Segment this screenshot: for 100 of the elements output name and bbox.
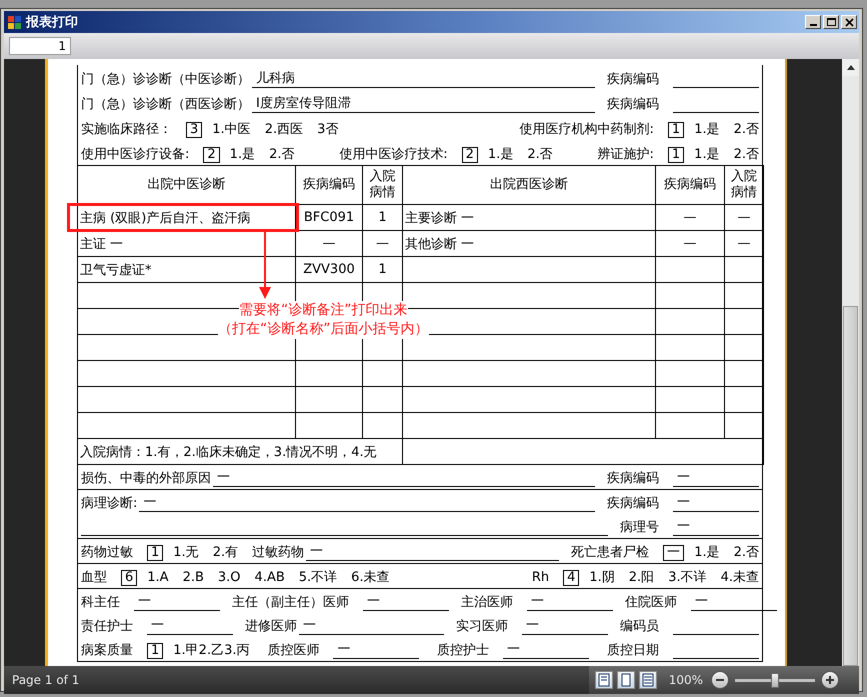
lines-icon (640, 673, 655, 687)
code-box: 2 (462, 147, 478, 163)
minimize-icon (810, 24, 816, 26)
field-label: 病理诊断: (81, 496, 138, 512)
annotation-text: 需要将“诊断备注”打印出来 (239, 301, 408, 320)
code-box: 一 (663, 545, 684, 561)
field-label: 6.未查 (351, 570, 390, 586)
field-label: 主任（副主任）医师 (232, 595, 349, 611)
field-label: 1.是 (488, 147, 514, 163)
close-button[interactable] (841, 15, 857, 29)
single-page-view-button[interactable] (594, 671, 613, 689)
column-header: 疾病编码 (296, 166, 362, 204)
field-label: 过敏药物 (252, 545, 304, 561)
page-number-field[interactable]: 1 (9, 37, 71, 55)
field-label: 2.否 (527, 147, 553, 163)
field-label: 责任护士 (81, 619, 133, 635)
field-label: 3否 (317, 122, 338, 138)
annotation-text: （打在“诊断名称”后面小括号内） (218, 320, 429, 339)
table-cell: 入院病情：1.有，2.临床未确定，3.情况不明，4.无 (78, 438, 402, 464)
zoom-level: 100% (668, 673, 703, 687)
field-label: 1.是 (230, 147, 256, 163)
field-label: 4.未查 (720, 570, 759, 586)
table-cell: — (362, 230, 402, 256)
field-label: 质控医师 (267, 643, 320, 659)
fill-in-line: 一 (139, 495, 595, 512)
field-label: 辨证施护: (598, 147, 654, 163)
fill-in-line: Ⅰ度房室传导阻滞 (252, 96, 595, 113)
table-cell: ZVV300 (296, 256, 362, 282)
minimize-button[interactable] (805, 15, 821, 29)
fill-in-line: 儿科病 (252, 71, 595, 88)
field-label: 药物过敏 (81, 545, 133, 561)
code-box: 1 (147, 643, 164, 659)
field-label: 1.阴 (589, 570, 615, 586)
code-box: 6 (121, 570, 138, 586)
field-label: 2.阳 (628, 570, 654, 586)
page-count: Page 1 of 1 (11, 673, 80, 687)
fill-in-line: 一 (522, 618, 608, 635)
fill-in-line: 一 (333, 642, 420, 659)
field-label: 质控护士 (437, 643, 490, 659)
single-page-icon (596, 673, 611, 687)
field-label: 实施临床路径： (81, 122, 172, 138)
fill-in-line: 一 (213, 470, 595, 487)
app-icon (7, 14, 22, 30)
code-box: 4 (563, 570, 580, 586)
field-label: 1.中医 (212, 122, 251, 138)
table-cell: — (296, 230, 362, 256)
table-cell: 主病 (双眼)产后自汗、盗汗病 (78, 204, 296, 230)
field-label: 损伤、中毒的外部原因 (81, 471, 211, 487)
zoom-out-button[interactable] (711, 671, 729, 689)
lines-view-button[interactable] (638, 671, 657, 689)
field-label: 3.O (218, 570, 241, 586)
arrow (259, 231, 271, 299)
table-cell: 主要诊断 一 (402, 204, 656, 230)
field-label: 1.是 (694, 147, 720, 163)
zoom-in-button[interactable] (821, 671, 839, 689)
fill-in-line: 一 (673, 470, 759, 487)
page-icon (618, 673, 633, 687)
field-label: 4.AB (254, 570, 285, 586)
column-header: 出院西医诊断 (402, 166, 656, 204)
field-label: 血型 (81, 570, 107, 586)
fill-in-line: 一 (673, 495, 759, 512)
table-cell: 1 (362, 256, 402, 282)
field-label: 1.无 (173, 545, 199, 561)
column-header: 出院中医诊断 (78, 166, 296, 204)
field-label: 主治医师 (461, 595, 513, 611)
field-label: 2.否 (734, 545, 759, 561)
slider-thumb[interactable] (771, 672, 779, 688)
field-label: 2.西医 (264, 122, 304, 138)
column-header: 入院病情 (724, 166, 764, 204)
field-label: Rh (532, 570, 550, 586)
table-cell: — (724, 230, 764, 256)
fill-in-line: 一 (503, 642, 590, 659)
table-cell: — (656, 230, 724, 256)
fill-in-line: 一 (363, 594, 449, 611)
column-header: 疾病编码 (656, 166, 724, 204)
field-label: 住院医师 (625, 595, 677, 611)
field-label: 死亡患者尸检 (571, 545, 650, 561)
field-label: 2.否 (734, 122, 759, 138)
field-label: 科主任 (81, 595, 120, 611)
field-label: 进修医师 (245, 619, 297, 635)
table-cell: 其他诊断 一 (402, 230, 656, 256)
table-cell: — (656, 204, 724, 230)
field-label: 1.A (147, 570, 169, 586)
code-box: 3 (186, 122, 202, 138)
field-label: 使用中医诊疗技术: (339, 147, 448, 163)
column-header: 入院病情 (362, 166, 402, 204)
field-label: 2.否 (269, 147, 294, 163)
field-label: 疾病编码 (607, 72, 659, 88)
scroll-up-button[interactable] (842, 59, 859, 76)
page-view-button[interactable] (616, 671, 635, 689)
fill-in-line: 一 (134, 594, 220, 611)
scrollbar-thumb[interactable] (843, 306, 858, 666)
maximize-icon (826, 16, 836, 28)
field-label: 5.不详 (298, 570, 338, 586)
maximize-button[interactable] (823, 15, 839, 29)
code-box: 1 (147, 545, 164, 561)
code-box: 1 (668, 147, 684, 163)
table-cell: 1 (362, 204, 402, 230)
field-label: 3.不详 (668, 570, 707, 586)
field-label: 使用医疗机构中药制剂: (520, 122, 654, 138)
